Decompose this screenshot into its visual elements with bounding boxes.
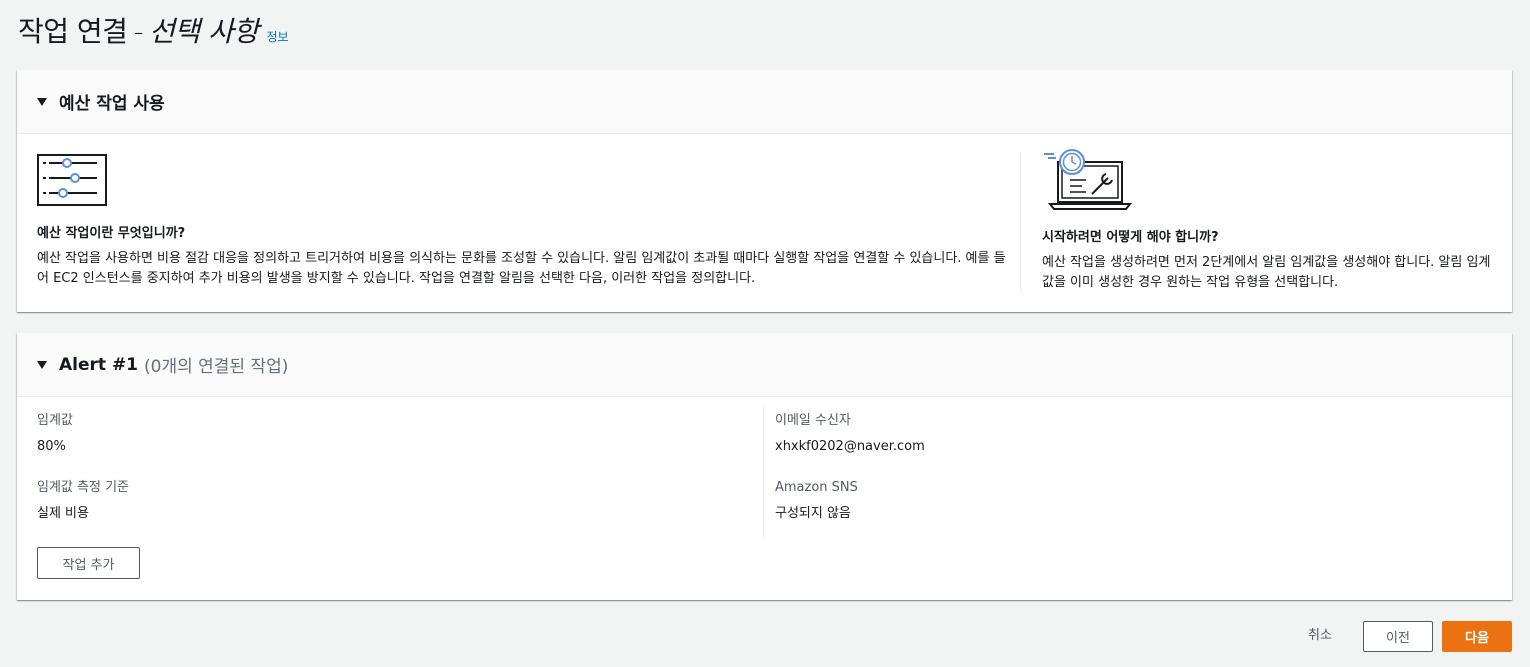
threshold-label: 임계값 — [37, 413, 73, 428]
column-divider — [1020, 152, 1021, 292]
caret-down-icon — [37, 360, 47, 369]
next-button[interactable]: 다음 — [1442, 621, 1512, 652]
amazon-sns-label: Amazon SNS — [775, 480, 858, 495]
email-recipient-value: xhxkf0202@naver.com — [775, 439, 925, 454]
alert-panel: Alert #1 (0개의 연결된 작업) 임계값 80% 임계값 측정 기준 … — [17, 333, 1512, 600]
page-title-main: 작업 연결 — [18, 15, 128, 48]
amazon-sns-value: 구성되지 않음 — [775, 506, 851, 521]
threshold-basis-value: 실제 비용 — [37, 506, 89, 521]
page-header: 작업 연결 - 선택 사항 정보 — [18, 10, 289, 50]
how-to-start-text: 예산 작업을 생성하려면 먼저 2단계에서 알림 임계값을 생성해야 합니다. … — [1042, 255, 1491, 290]
what-is-budget-actions: 예산 작업이란 무엇입니까? 예산 작업을 사용하면 비용 절감 대응을 정의하… — [37, 154, 1017, 289]
info-link[interactable]: 정보 — [267, 28, 289, 45]
laptop-wrench-clock-icon — [1044, 149, 1133, 210]
page-title-separator: - — [133, 15, 144, 48]
add-action-button[interactable]: 작업 추가 — [37, 547, 140, 579]
page-title-optional: 선택 사항 — [149, 15, 259, 48]
previous-button[interactable]: 이전 — [1363, 621, 1433, 652]
alert-details: 임계값 80% 임계값 측정 기준 실제 비용 이메일 수신자 xhxkf020… — [17, 397, 1512, 600]
budget-actions-info: 예산 작업이란 무엇입니까? 예산 작업을 사용하면 비용 절감 대응을 정의하… — [17, 134, 1512, 311]
alert-panel-action-count: (0개의 연결된 작업) — [144, 357, 289, 377]
alert-panel-title: Alert #1 — [59, 354, 139, 375]
email-recipient-field: 이메일 수신자 xhxkf0202@naver.com — [775, 412, 925, 456]
email-recipient-label: 이메일 수신자 — [775, 413, 851, 428]
how-to-start: 시작하려면 어떻게 해야 합니까? 예산 작업을 생성하려면 먼저 2단계에서 … — [1042, 148, 1502, 293]
column-divider — [763, 407, 764, 537]
amazon-sns-field: Amazon SNS 구성되지 않음 — [775, 479, 858, 523]
threshold-field: 임계값 80% — [37, 412, 73, 456]
threshold-value: 80% — [37, 439, 66, 454]
what-is-heading: 예산 작업이란 무엇입니까? — [37, 226, 186, 241]
settings-sliders-icon — [37, 154, 107, 206]
what-is-text: 예산 작업을 사용하면 비용 절감 대응을 정의하고 트리거하여 비용을 의식하… — [37, 251, 1006, 286]
budget-actions-panel-title: 예산 작업 사용 — [59, 94, 165, 114]
caret-down-icon — [37, 97, 47, 106]
threshold-basis-label: 임계값 측정 기준 — [37, 480, 129, 495]
how-to-start-heading: 시작하려면 어떻게 해야 합니까? — [1042, 230, 1219, 245]
budget-actions-panel-header[interactable]: 예산 작업 사용 — [17, 70, 1512, 134]
cancel-button[interactable]: 취소 — [1300, 621, 1340, 651]
budget-actions-panel: 예산 작업 사용 예산 작업이란 무엇입니까? 예산 작업을 사용하면 비용 절… — [17, 70, 1512, 312]
page-title: 작업 연결 - 선택 사항 — [18, 10, 259, 50]
alert-panel-header[interactable]: Alert #1 (0개의 연결된 작업) — [17, 333, 1512, 397]
threshold-basis-field: 임계값 측정 기준 실제 비용 — [37, 479, 129, 523]
